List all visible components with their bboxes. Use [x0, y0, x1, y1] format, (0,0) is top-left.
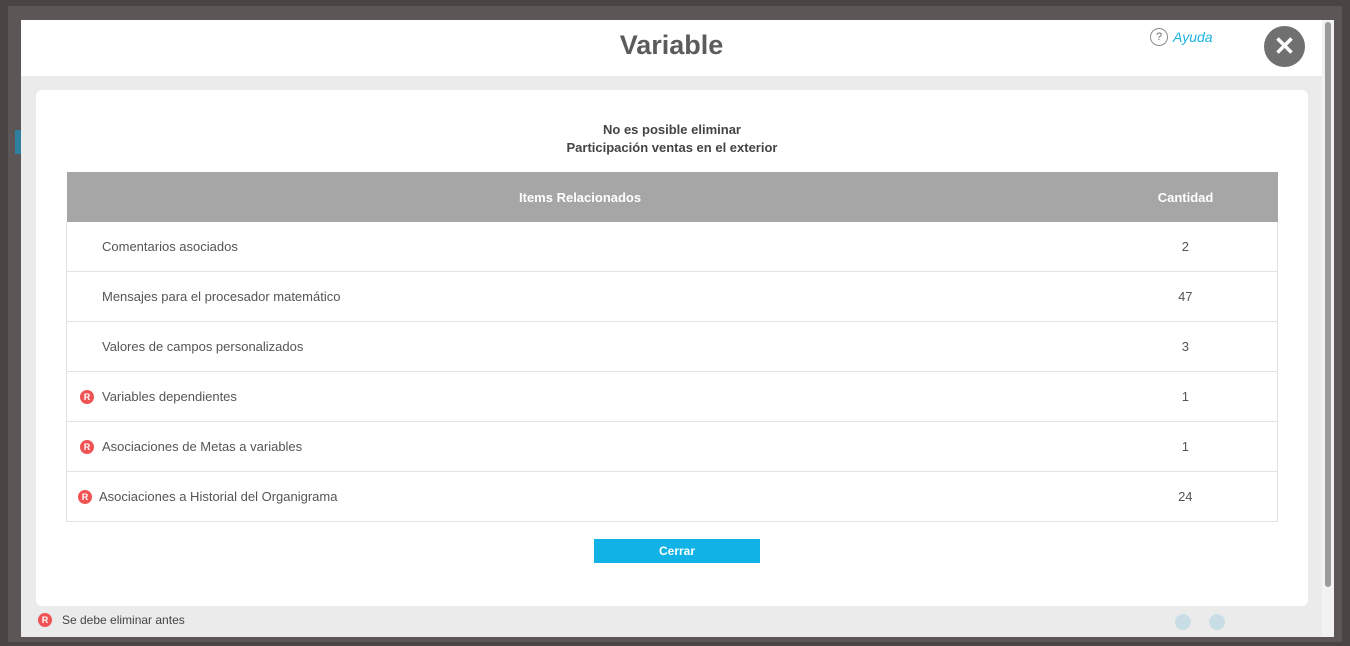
header-items: Items Relacionados [66, 172, 1094, 222]
scrollbar-thumb[interactable] [1325, 22, 1331, 587]
row-quantity: 2 [1093, 222, 1278, 272]
close-button[interactable]: Cerrar [594, 539, 760, 563]
row-label: Variables dependientes [102, 389, 237, 404]
row-label-cell: R Asociaciones de Metas a variables [65, 421, 1094, 472]
blocked-message: No es posible eliminar Participación ven… [36, 121, 1308, 157]
table-row: Mensajes para el procesador matemático 4… [65, 271, 1278, 322]
related-items-table: Items Relacionados Cantidad Comentarios … [65, 172, 1278, 522]
row-label: Comentarios asociados [102, 239, 238, 254]
table-row: R Asociaciones a Historial del Organigra… [65, 471, 1278, 522]
table-row: R Variables dependientes 1 [65, 371, 1278, 422]
table-row: Comentarios asociados 2 [65, 222, 1278, 272]
legend-text: Se debe eliminar antes [62, 613, 185, 627]
footer-legend-bar: R Se debe eliminar antes [21, 606, 1322, 637]
row-label: Asociaciones a Historial del Organigrama [99, 489, 338, 504]
table-row: Valores de campos personalizados 3 [65, 321, 1278, 372]
help-icon: ? [1150, 28, 1168, 46]
row-label-cell: Mensajes para el procesador matemático [65, 271, 1094, 322]
help-link[interactable]: ? Ayuda [1150, 28, 1213, 46]
help-label: Ayuda [1173, 29, 1213, 45]
row-label-cell: R Variables dependientes [65, 371, 1094, 422]
modal-header: Variable ? Ayuda ✕ [21, 20, 1322, 76]
table-header-row: Items Relacionados Cantidad [66, 172, 1278, 222]
required-badge-icon: R [38, 613, 52, 627]
row-label: Mensajes para el procesador matemático [102, 289, 341, 304]
row-label: Valores de campos personalizados [102, 339, 304, 354]
row-label-cell: R Asociaciones a Historial del Organigra… [65, 471, 1094, 522]
header-quantity: Cantidad [1093, 172, 1278, 222]
blocked-message-title: No es posible eliminar [603, 122, 741, 137]
close-icon[interactable]: ✕ [1264, 26, 1305, 67]
legend: R Se debe eliminar antes [38, 613, 185, 627]
row-quantity: 1 [1093, 371, 1278, 422]
modal-scrollbar[interactable] [1322, 20, 1334, 637]
blocked-message-subject: Participación ventas en el exterior [566, 140, 778, 155]
row-label-cell: Valores de campos personalizados [65, 321, 1094, 372]
status-dot-icon [1209, 614, 1225, 630]
status-dot-icon [1175, 614, 1191, 630]
required-badge-icon: R [80, 389, 94, 404]
required-badge-icon: R [78, 489, 92, 504]
row-label: Asociaciones de Metas a variables [102, 439, 303, 454]
delete-blocked-card: No es posible eliminar Participación ven… [36, 90, 1308, 606]
modal-title: Variable [619, 30, 724, 60]
variable-modal: Variable ? Ayuda ✕ No es posible elimina… [21, 20, 1334, 637]
row-quantity: 47 [1093, 271, 1278, 322]
required-badge-icon: R [80, 439, 94, 454]
row-quantity: 3 [1093, 321, 1278, 372]
table-row: R Asociaciones de Metas a variables 1 [65, 421, 1278, 472]
row-quantity: 1 [1093, 421, 1278, 472]
row-label-cell: Comentarios asociados [65, 222, 1094, 272]
row-quantity: 24 [1093, 471, 1278, 522]
